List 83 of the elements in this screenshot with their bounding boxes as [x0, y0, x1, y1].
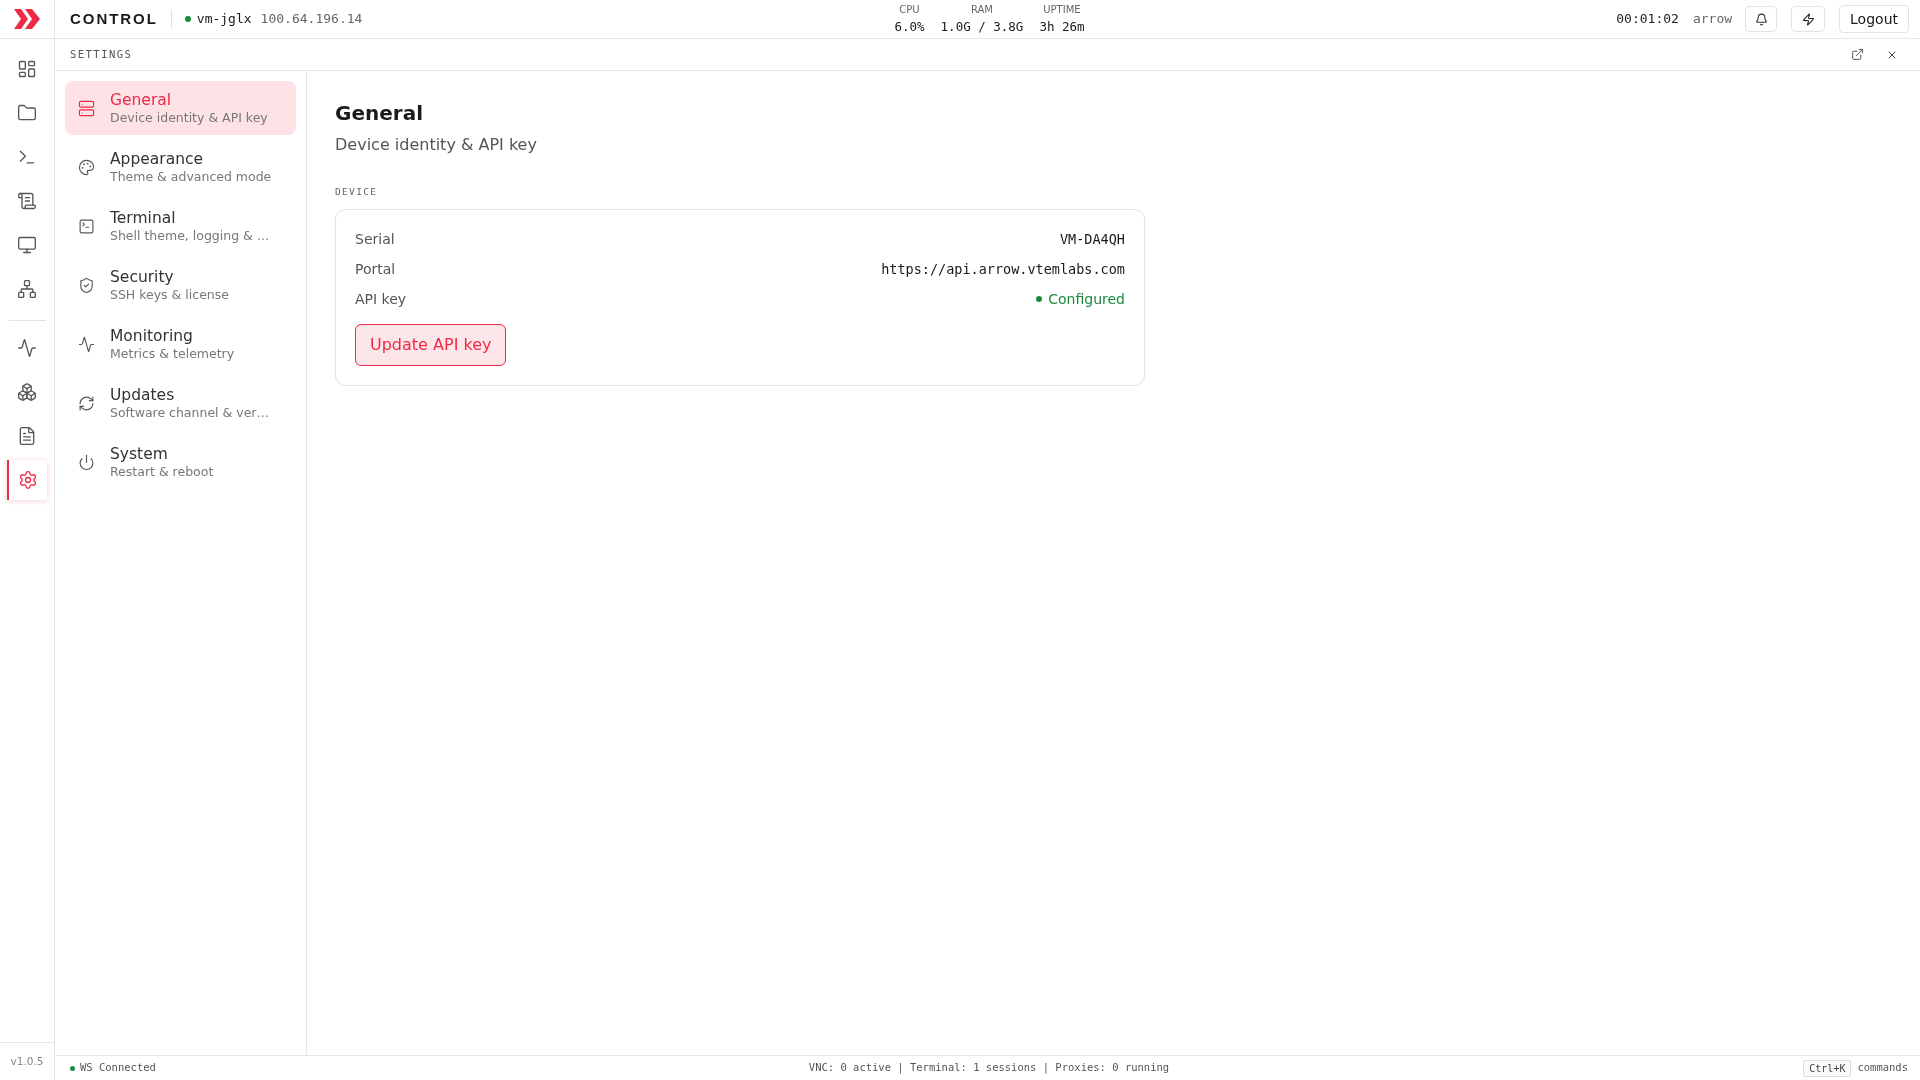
settings-nav-item[interactable]: Updates Software channel & ver… [65, 376, 296, 430]
field-value: VM-DA4QH [1059, 229, 1125, 249]
field-label: API key [355, 289, 407, 309]
host-ip: 100.64.196.14 [260, 10, 363, 29]
document-icon [17, 426, 37, 446]
rail-button[interactable] [17, 338, 37, 358]
scroll-icon [17, 191, 37, 211]
stat-value: 1.0G / 3.8G [940, 19, 1024, 34]
connection-status: WS Connected [80, 1060, 156, 1076]
nav-label: Terminal [110, 208, 177, 228]
nav-label: Appearance [110, 149, 205, 169]
rail-button[interactable] [17, 191, 37, 211]
terminal-icon [78, 217, 95, 235]
field-label: Portal [355, 259, 396, 279]
pulse-icon [17, 338, 37, 358]
nav-label: System [110, 444, 169, 464]
rail-button[interactable] [7, 460, 47, 500]
terminal-prompt-icon [17, 147, 37, 167]
panel-title: SETTINGS [70, 46, 133, 62]
rail-button[interactable] [17, 147, 37, 167]
nav-label: Monitoring [110, 326, 194, 346]
nav-description: SSH keys & license [110, 286, 229, 303]
page-title: General [335, 101, 423, 125]
nav-description: Device identity & API key [110, 109, 268, 126]
version-label: v1.0.5 [10, 1053, 44, 1069]
actions-button[interactable] [1791, 6, 1826, 32]
rail-button[interactable] [17, 279, 37, 299]
update-api-key-button[interactable]: Update API key [355, 324, 507, 366]
folder-icon [17, 103, 37, 123]
field-value: Configured [1048, 289, 1125, 309]
logout-button[interactable]: Logout [1839, 5, 1909, 33]
user-name: arrow [1692, 10, 1733, 29]
grid-icon [17, 59, 37, 79]
field-label: Serial [355, 229, 395, 249]
nav-description: Restart & reboot [110, 463, 214, 480]
shield-check-icon [78, 276, 95, 294]
monitor-icon [17, 235, 37, 255]
settings-nav-item[interactable]: Monitoring Metrics & telemetry [65, 317, 296, 371]
lightning-icon [1801, 12, 1815, 26]
settings-nav-item[interactable]: Terminal Shell theme, logging & … [65, 199, 296, 253]
palette-icon [78, 158, 95, 176]
settings-nav-item[interactable]: Appearance Theme & advanced mode [65, 140, 296, 194]
external-link-icon [1851, 48, 1864, 61]
pulse-icon [78, 335, 95, 353]
settings-nav-item[interactable]: Security SSH keys & license [65, 258, 296, 312]
app-title: CONTROL [70, 8, 158, 29]
field-value: https://api.arrow.vtemlabs.com [881, 259, 1125, 279]
logo-icon [13, 8, 41, 30]
session-summary: VNC: 0 active | Terminal: 1 sessions | Proxies: 0 running [808, 1060, 1170, 1076]
network-icon [17, 279, 37, 299]
page-subtitle: Device identity & API key [335, 135, 537, 155]
settings-nav-item[interactable]: General Device identity & API key [65, 81, 296, 135]
host-name: vm-jglx [196, 10, 252, 29]
popout-button[interactable] [1851, 48, 1864, 61]
shortcut-label: commands [1857, 1060, 1908, 1076]
rail-button[interactable] [17, 426, 37, 446]
bell-icon [1754, 12, 1768, 26]
settings-nav-item[interactable]: System Restart & reboot [65, 435, 296, 489]
shortcut-key: Ctrl+K [1803, 1059, 1852, 1077]
rail-button[interactable] [17, 103, 37, 123]
rail-button[interactable] [17, 235, 37, 255]
session-clock: 00:01:02 [1616, 10, 1679, 29]
nav-description: Metrics & telemetry [110, 345, 235, 362]
refresh-icon [78, 394, 95, 412]
server-icon [78, 99, 95, 117]
notifications-button[interactable] [1745, 6, 1778, 32]
settings-icon [18, 470, 38, 490]
stat-label: RAM [970, 4, 993, 16]
nav-label: Security [110, 267, 175, 287]
nav-description: Theme & advanced mode [110, 168, 272, 185]
rail-button[interactable] [17, 382, 37, 402]
section-label: DEVICE [335, 186, 378, 198]
boxes-icon [17, 382, 37, 402]
stat-value: 3h 26m [1039, 19, 1085, 34]
stat-label: CPU [899, 4, 920, 16]
nav-label: Updates [110, 385, 176, 405]
nav-label: General [110, 90, 173, 110]
rail-button[interactable] [17, 59, 37, 79]
stat-value: 6.0% [894, 19, 925, 34]
power-icon [78, 453, 95, 471]
stat-label: UPTIME [1043, 4, 1081, 16]
nav-description: Software channel & ver… [110, 404, 269, 421]
nav-description: Shell theme, logging & … [110, 227, 270, 244]
